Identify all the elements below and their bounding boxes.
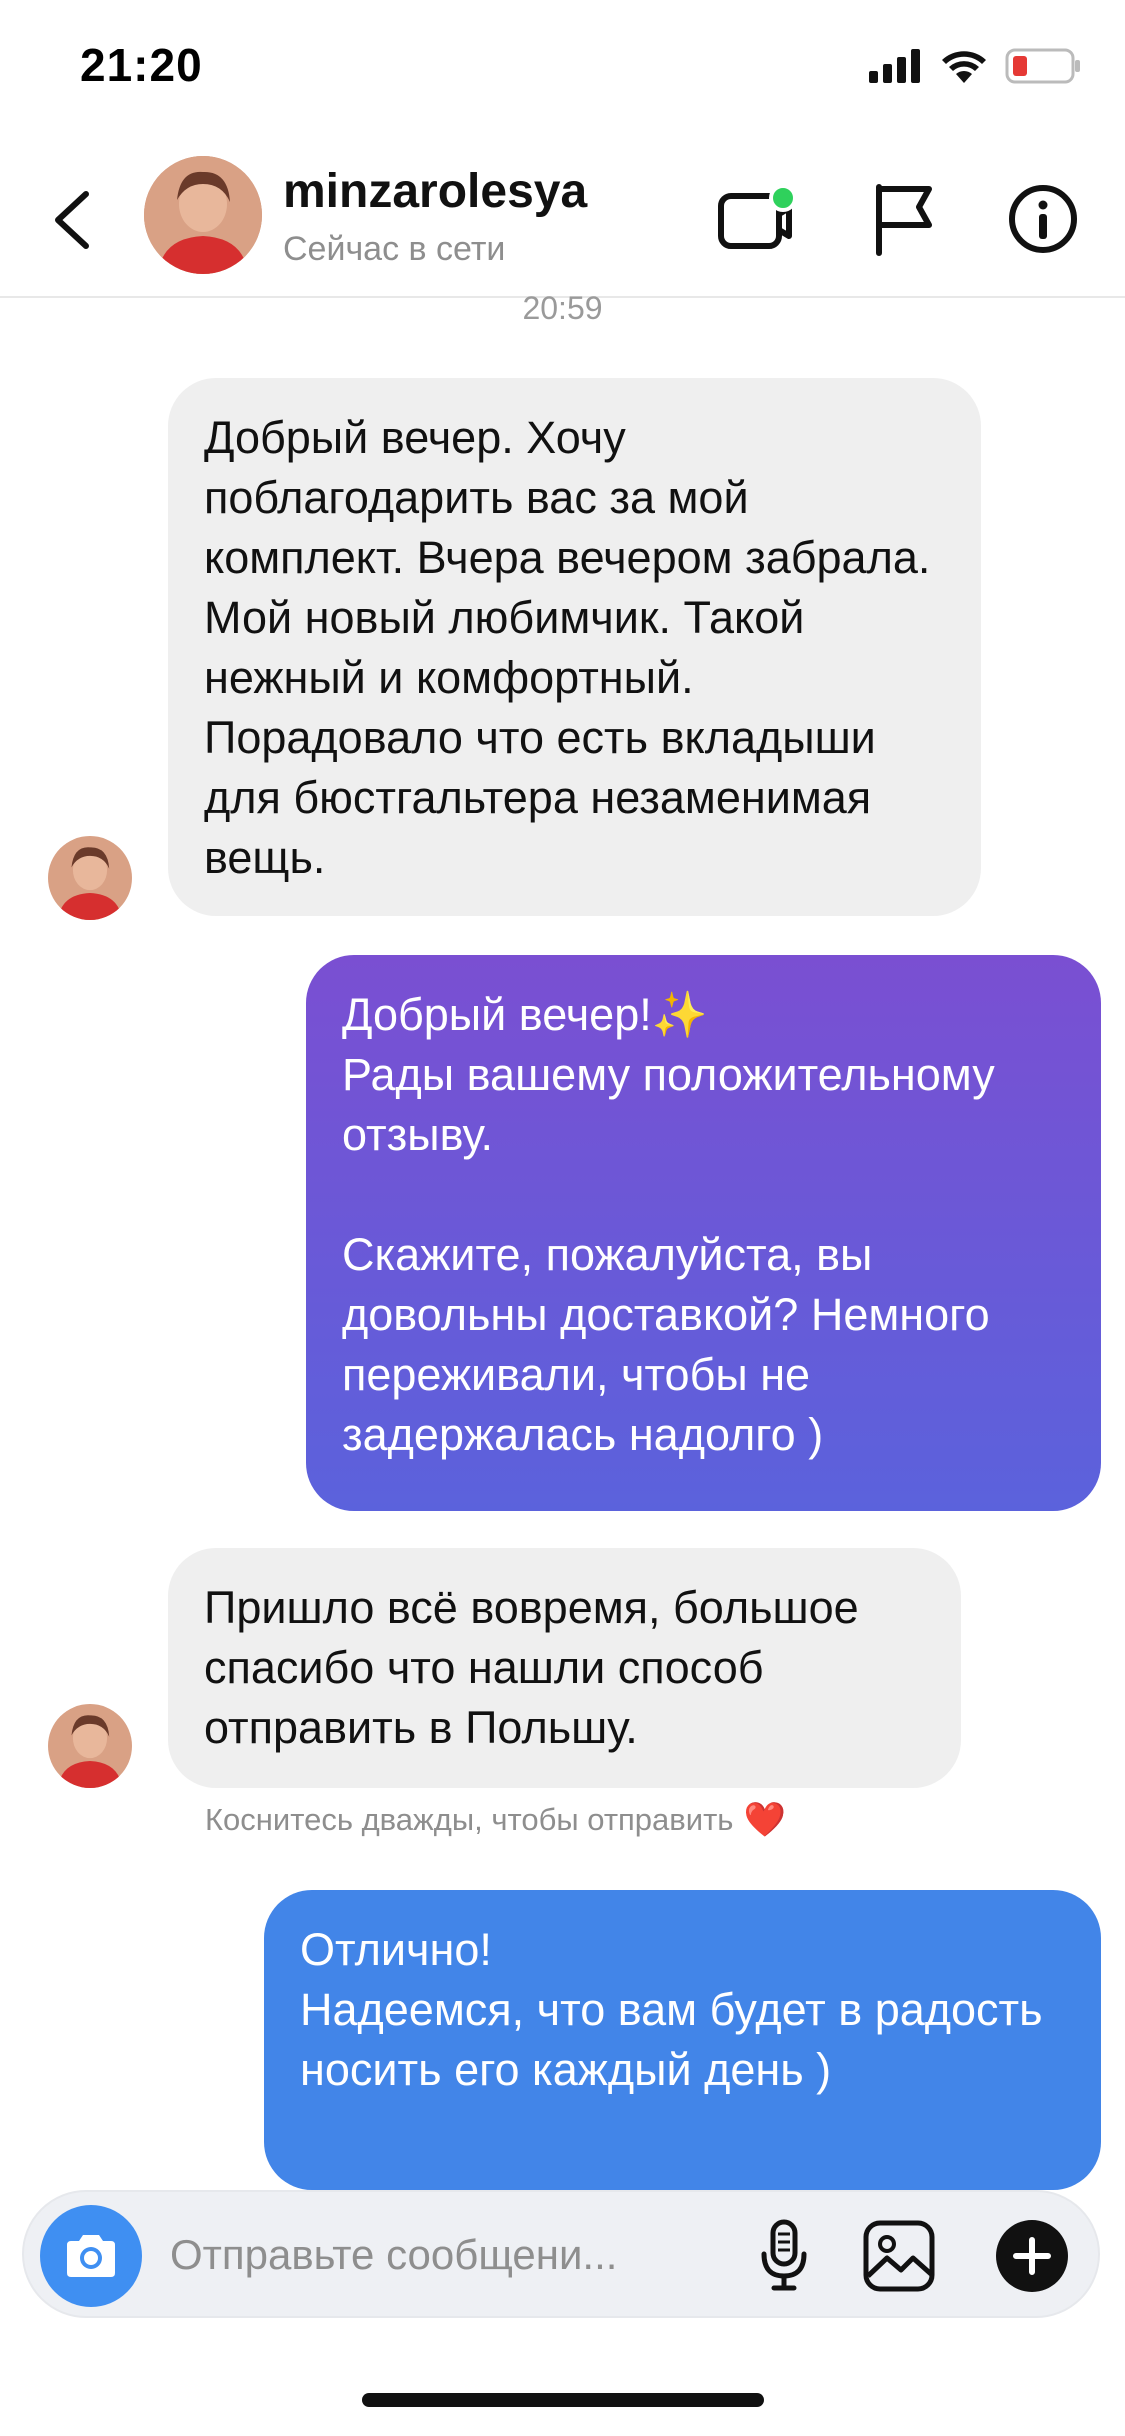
info-icon: [1009, 185, 1077, 253]
plus-icon: [996, 2220, 1068, 2292]
status-bar: 21:20: [0, 0, 1125, 140]
double-tap-hint[interactable]: Коснитесь дважды, чтобы отправить ❤️: [205, 1800, 786, 1840]
message-timestamp: 20:59: [522, 290, 603, 326]
cellular-signal-icon: [869, 49, 923, 88]
video-call-icon: [718, 184, 795, 249]
flag-icon: [876, 184, 932, 256]
presence-status: Сейчас в сети: [283, 230, 506, 268]
battery-low-icon: [1005, 48, 1081, 89]
outgoing-message[interactable]: Добрый вечер!✨ Рады вашему положительном…: [306, 955, 1101, 1511]
camera-button[interactable]: [40, 2205, 142, 2307]
wifi-icon: [941, 49, 987, 88]
double-tap-hint-text: Коснитесь дважды, чтобы отправить: [205, 1802, 734, 1837]
message-composer: [22, 2190, 1100, 2318]
status-icons: [869, 48, 1081, 89]
sender-avatar: [48, 836, 132, 920]
gallery-icon: [863, 2220, 935, 2292]
report-button[interactable]: [857, 174, 947, 264]
gallery-button[interactable]: [859, 2216, 939, 2296]
status-time: 21:20: [80, 39, 203, 91]
home-indicator[interactable]: [362, 2393, 764, 2407]
message-input[interactable]: [170, 2222, 730, 2288]
back-button[interactable]: [40, 180, 110, 260]
incoming-message[interactable]: Пришло всё вовремя, большое спасибо что …: [168, 1548, 961, 1788]
incoming-message[interactable]: Добрый вечер. Хочу поблагодарить вас за …: [168, 378, 981, 916]
add-button[interactable]: [982, 2206, 1082, 2306]
microphone-icon: [761, 2219, 807, 2291]
microphone-button[interactable]: [744, 2216, 824, 2296]
outgoing-message[interactable]: Отлично! Надеемся, что вам будет в радос…: [264, 1890, 1101, 2190]
camera-icon: [67, 2235, 115, 2277]
avatar[interactable]: [144, 156, 262, 274]
sender-avatar: [48, 1704, 132, 1788]
chat-username[interactable]: minzarolesya: [283, 164, 587, 219]
info-button[interactable]: [998, 174, 1088, 264]
heart-icon: ❤️: [743, 1801, 786, 1839]
chevron-left-icon: [55, 191, 89, 249]
chat-header: minzarolesya Сейчас в сети: [0, 140, 1125, 298]
video-call-button[interactable]: [710, 174, 800, 264]
